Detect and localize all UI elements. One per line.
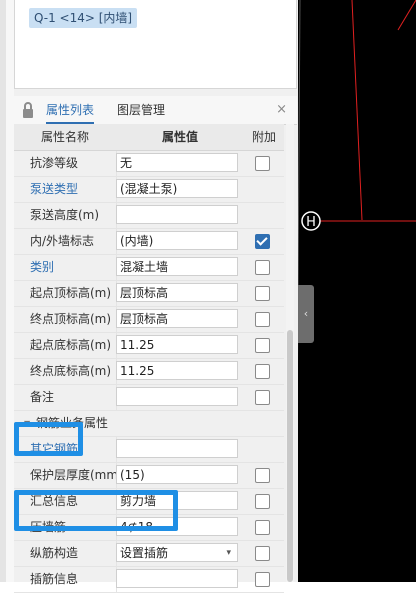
extra-checkbox[interactable] (255, 338, 270, 353)
property-value: 11.25 (120, 364, 155, 378)
table-row: 起点顶标高(m) 层顶标高 (14, 281, 284, 307)
extra-checkbox[interactable] (255, 312, 270, 327)
property-value-field[interactable]: 层顶标高 (116, 283, 238, 302)
extra-checkbox[interactable] (255, 156, 270, 171)
property-value-field[interactable] (116, 569, 238, 588)
tab-properties[interactable]: 属性列表 (46, 96, 95, 124)
table-row: 内/外墙标志 (内墙) (14, 229, 284, 255)
table-row: 泵送高度(m) (14, 203, 284, 229)
property-value-field[interactable] (116, 439, 238, 458)
table-row: 泵送类型 (混凝土泵) (14, 177, 284, 203)
close-icon[interactable]: × (276, 96, 287, 124)
property-value: 无 (120, 156, 133, 170)
property-value-field[interactable] (116, 387, 238, 406)
tab-layers[interactable]: 图层管理 (117, 96, 165, 124)
property-name: 保护层厚度(mm) (30, 468, 118, 482)
property-name: 内/外墙标志 (30, 234, 95, 248)
extra-checkbox[interactable] (255, 234, 270, 249)
lock-icon[interactable] (20, 100, 36, 120)
property-name: 纵筋构造 (30, 546, 79, 560)
property-name[interactable]: 类别 (30, 255, 118, 280)
property-name: 起点顶标高(m) (30, 286, 112, 300)
dropdown-arrow-icon[interactable]: ▾ (226, 544, 231, 561)
property-name: 泵送高度(m) (30, 208, 100, 222)
table-row: 备注 (14, 385, 284, 411)
table-row: 纵筋构造 设置插筋 ▾ (14, 541, 284, 567)
panel-tabbar: 属性列表 图层管理 × (14, 96, 297, 125)
property-value-field[interactable]: 混凝土墙 (116, 257, 238, 276)
property-name: 终点顶标高(m) (30, 312, 112, 326)
extra-checkbox[interactable] (255, 520, 270, 535)
drawing-canvas[interactable]: H (298, 0, 416, 582)
table-row: 抗渗等级 无 (14, 151, 284, 177)
property-name: 终点底标高(m) (30, 364, 112, 378)
scrollbar-thumb[interactable] (287, 330, 293, 582)
extra-checkbox[interactable] (255, 390, 270, 405)
extra-checkbox[interactable] (255, 494, 270, 509)
property-value-field[interactable] (116, 205, 238, 224)
selected-element-item[interactable]: Q-1 <14> [内墙] (29, 8, 138, 28)
header-name: 属性名称 (40, 130, 89, 144)
property-value: 设置插筋 (120, 546, 169, 560)
property-value: 层顶标高 (120, 312, 169, 326)
table-row: 类别 混凝土墙 (14, 255, 284, 281)
property-value-field[interactable]: 层顶标高 (116, 309, 238, 328)
header-value: 属性值 (161, 130, 198, 144)
property-name: 备注 (30, 390, 55, 404)
properties-panel: Q-1 <14> [内墙] 属性列表 图层管理 × 属性名称 属性值 附加 抗渗… (0, 0, 298, 593)
property-name: 起点底标高(m) (30, 338, 112, 352)
property-value: 混凝土墙 (120, 260, 169, 274)
table-row: 保护层厚度(mm) (15) (14, 463, 284, 489)
property-name: 插筋信息 (30, 572, 79, 586)
wall-line-2 (397, 0, 416, 31)
table-row: 终点顶标高(m) 层顶标高 (14, 307, 284, 333)
property-value-field[interactable]: (内墙) (116, 231, 238, 250)
highlight-box-wall-rebar (14, 490, 178, 531)
extra-checkbox[interactable] (255, 468, 270, 483)
collapse-panel-handle[interactable]: ‹ (298, 285, 314, 343)
property-value-field[interactable]: 无 (116, 153, 238, 172)
property-value-field[interactable]: 11.25 (116, 361, 238, 380)
table-row: 终点底标高(m) 11.25 (14, 359, 284, 385)
panel-edge-inner (6, 0, 14, 582)
property-value-field[interactable]: (混凝土泵) (116, 179, 238, 198)
extra-checkbox[interactable] (255, 364, 270, 379)
extra-checkbox[interactable] (255, 546, 270, 561)
property-value: (混凝土泵) (120, 182, 178, 196)
property-value-field[interactable]: 设置插筋 ▾ (116, 543, 238, 562)
property-value-field[interactable]: 11.25 (116, 335, 238, 354)
table-row: 插筋信息 (14, 567, 284, 593)
property-name[interactable]: 泵送类型 (30, 177, 118, 202)
extra-checkbox[interactable] (255, 572, 270, 587)
header-extra: 附加 (251, 130, 276, 144)
extra-checkbox[interactable] (255, 286, 270, 301)
table-row: 起点底标高(m) 11.25 (14, 333, 284, 359)
property-value: (15) (120, 468, 145, 482)
property-name: 抗渗等级 (30, 156, 79, 170)
extra-checkbox[interactable] (255, 260, 270, 275)
grid-header: 属性名称 属性值 附加 (14, 124, 284, 151)
property-value: (内墙) (120, 234, 154, 248)
wall-line (351, 0, 363, 221)
element-list: Q-1 <14> [内墙] (14, 0, 297, 89)
property-value: 11.25 (120, 338, 155, 352)
canvas-drawing: H (298, 0, 416, 364)
property-value: 层顶标高 (120, 286, 169, 300)
axis-label: H (306, 215, 316, 230)
highlight-box-other-rebar (14, 422, 83, 456)
property-value-field[interactable]: (15) (116, 465, 238, 484)
